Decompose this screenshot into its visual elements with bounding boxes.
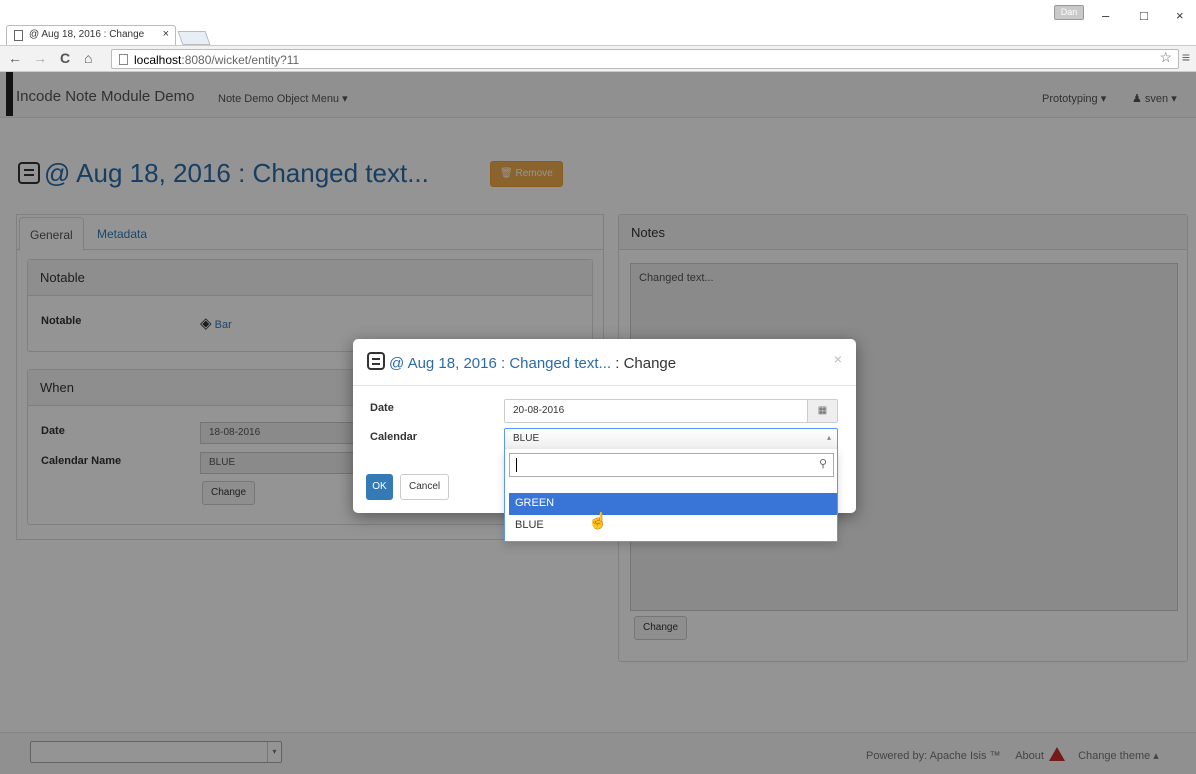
url-field[interactable]: localhost:8080/wicket/entity?11 xyxy=(111,49,1179,69)
dialog-calendar-label: Calendar xyxy=(370,431,418,443)
bookmark-star-icon[interactable]: ☆ xyxy=(1159,49,1172,66)
dialog-title-suffix: : Change xyxy=(611,355,677,372)
back-icon[interactable]: ← xyxy=(8,50,22,66)
dropdown-search-input[interactable]: ⚲ xyxy=(509,453,834,477)
home-icon[interactable]: ⌂ xyxy=(84,50,92,66)
browser-menu-icon[interactable]: ≡ xyxy=(1182,49,1190,65)
profile-chip[interactable]: Dan xyxy=(1054,5,1084,20)
option-green[interactable]: GREEN xyxy=(509,493,837,515)
dialog-calendar-select[interactable]: BLUE ▴ xyxy=(504,428,838,450)
search-icon: ⚲ xyxy=(818,458,827,470)
url-host: localhost xyxy=(134,53,182,67)
dialog-title-link[interactable]: @ Aug 18, 2016 : Changed text... xyxy=(389,355,611,372)
tab-title: @ Aug 18, 2016 : Change xyxy=(29,29,145,40)
new-tab-button[interactable] xyxy=(177,31,211,45)
note-icon xyxy=(367,352,385,370)
tab-close-icon[interactable]: × xyxy=(163,28,169,40)
page-icon xyxy=(14,30,23,41)
option-blue[interactable]: BLUE xyxy=(509,515,837,537)
text-cursor xyxy=(516,458,517,472)
url-path: :8080/wicket/entity?11 xyxy=(181,53,300,67)
dialog-header: @ Aug 18, 2016 : Changed text... : Chang… xyxy=(353,339,856,386)
dialog-date-value: 20-08-2016 xyxy=(513,405,565,416)
minimize-button[interactable]: – xyxy=(1102,8,1109,23)
close-window-button[interactable]: × xyxy=(1176,8,1184,23)
maximize-button[interactable]: □ xyxy=(1140,8,1148,23)
forward-icon[interactable]: → xyxy=(33,50,47,66)
hand-cursor-icon: ☝ xyxy=(588,513,608,530)
calendar-icon[interactable]: ▦ xyxy=(807,400,837,422)
reload-icon[interactable]: C xyxy=(60,50,70,66)
dialog-close-icon[interactable]: × xyxy=(834,351,842,367)
browser-tab[interactable]: @ Aug 18, 2016 : Change × xyxy=(6,25,176,45)
ok-button[interactable]: OK xyxy=(366,474,393,500)
calendar-dropdown: ⚲ GREEN BLUE xyxy=(504,449,838,542)
address-bar: ← → C ⌂ localhost:8080/wicket/entity?11 … xyxy=(0,46,1196,72)
dialog-calendar-value: BLUE xyxy=(513,433,540,444)
browser-titlebar: @ Aug 18, 2016 : Change × Dan – □ × xyxy=(0,0,1196,46)
dialog-date-input[interactable]: 20-08-2016 ▦ xyxy=(504,399,838,423)
cancel-button[interactable]: Cancel xyxy=(400,474,450,500)
chevron-up-icon: ▴ xyxy=(826,433,831,442)
dialog-date-label: Date xyxy=(370,402,394,414)
page-icon xyxy=(119,54,128,65)
